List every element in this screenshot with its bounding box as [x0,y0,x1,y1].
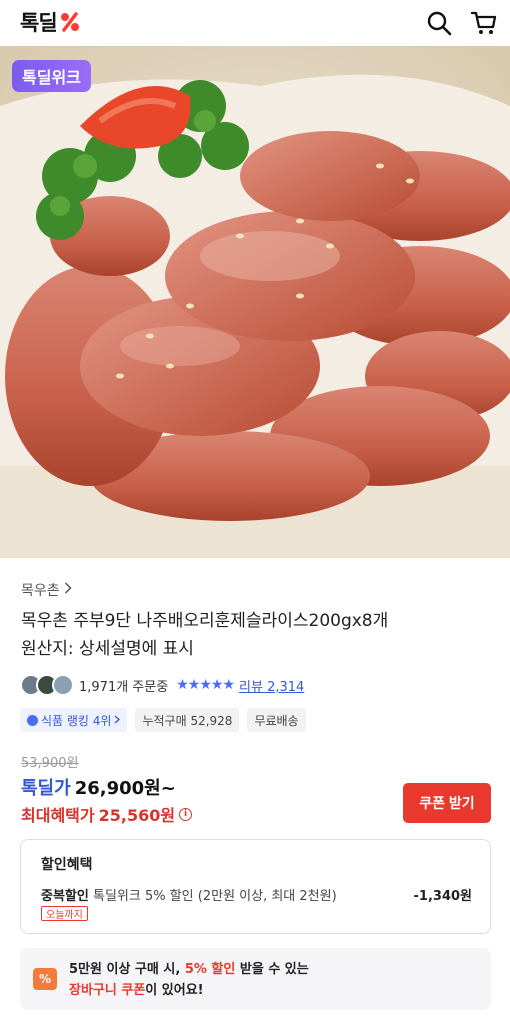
brand-name: 목우촌 [21,583,60,599]
product-title: 목우촌 주부9단 나주배오리훈제슬라이스200gx8개 [21,611,389,631]
max-benefit-label: 최대혜택가 [21,806,95,825]
cart-coupon-line1: 5만원 이상 구매 시, 5% 할인 받을 수 있는 [69,959,309,980]
cart-coupon-text: 5만원 이상 구매 시, 5% 할인 받을 수 있는 장바구니 쿠폰이 있어요! [69,959,309,1001]
discount-item-desc: 톡딜위크 5% 할인 (2만원 이상, 최대 2천원) [92,889,337,904]
ranking-label: 식품 랭킹 4위 [41,713,112,728]
max-benefit-price: 25,560원 [98,806,176,825]
discount-item-label: 중복할인 [41,889,89,904]
product-image[interactable]: 톡딜위크 [0,46,510,558]
cumulative-purchase-label: 누적구매 52,928 [142,713,233,728]
chevron-right-icon [64,582,72,598]
free-shipping-chip: 무료배송 [247,708,306,732]
cart-coupon-text-b: 받을 수 있는 [235,962,309,977]
star-icon: ★ [222,677,235,693]
cart-icon[interactable] [470,9,498,37]
discount-benefits-box: 할인혜택 중복할인 톡딜위크 5% 할인 (2만원 이상, 최대 2천원) -1… [20,839,491,934]
review-link[interactable]: 리뷰 2,314 [239,676,304,695]
cart-coupon-line2: 장바구니 쿠폰이 있어요! [69,980,309,1001]
search-icon[interactable] [425,9,453,37]
talkdeal-logo[interactable]: 톡딜 [20,8,81,36]
sale-price-label: 톡딜가 [21,778,71,799]
original-price: 53,900원 [21,756,79,771]
star-icon: ★ [199,677,212,693]
info-icon[interactable]: i [179,807,193,821]
top-header: 톡딜 [0,0,510,46]
star-icon: ★ [210,677,224,693]
sale-price-row: 톡딜가 26,900원~ [21,774,176,800]
sale-price: 26,900원~ [74,778,176,799]
max-benefit-row: 최대혜택가 25,560원 i [21,802,193,826]
product-stats: 1,971개 주문중 ★ ★ ★ ★ ★ 리뷰 2,314 [20,673,304,697]
talkdeal-week-badge: 톡딜위크 [12,60,91,92]
order-count: 1,971개 주문중 [79,679,169,695]
discount-amount: -1,340원 [413,889,472,904]
avatar [52,674,74,696]
logo-percent-mark [59,11,81,33]
logo-text: 톡딜 [20,11,58,35]
smoked-duck-photo [0,46,510,558]
cart-coupon-text-c: 이 있어요! [145,983,204,998]
cart-coupon-accent: 5% 할인 [184,962,236,977]
get-coupon-button[interactable]: 쿠폰 받기 [403,783,491,823]
product-chips: 식품 랭킹 4위 누적구매 52,928 무료배송 [20,708,306,732]
discount-deadline-tag: 오늘까지 [41,906,88,921]
percent-icon: % [33,968,57,990]
brand-link[interactable]: 목우촌 [21,580,72,600]
star-icon: ★ [176,677,189,693]
rating-stars: ★ ★ ★ ★ ★ [176,677,235,693]
cart-coupon-accent-2: 장바구니 쿠폰 [69,983,146,998]
cart-coupon-banner[interactable]: % 5만원 이상 구매 시, 5% 할인 받을 수 있는 장바구니 쿠폰이 있어… [20,948,491,1010]
buyer-avatars [20,674,74,696]
ranking-chip[interactable]: 식품 랭킹 4위 [20,708,128,732]
product-origin: 원산지: 상세설명에 표시 [21,639,194,659]
ranking-icon [27,714,38,726]
chevron-right-icon [114,713,121,727]
cart-coupon-text-a: 5만원 이상 구매 시, [69,962,185,977]
discount-title: 할인혜택 [41,857,93,873]
cumulative-purchase-chip: 누적구매 52,928 [135,708,240,732]
discount-item: 중복할인 톡딜위크 5% 할인 (2만원 이상, 최대 2천원) [41,885,337,904]
free-shipping-label: 무료배송 [254,713,299,728]
star-icon: ★ [187,677,201,693]
